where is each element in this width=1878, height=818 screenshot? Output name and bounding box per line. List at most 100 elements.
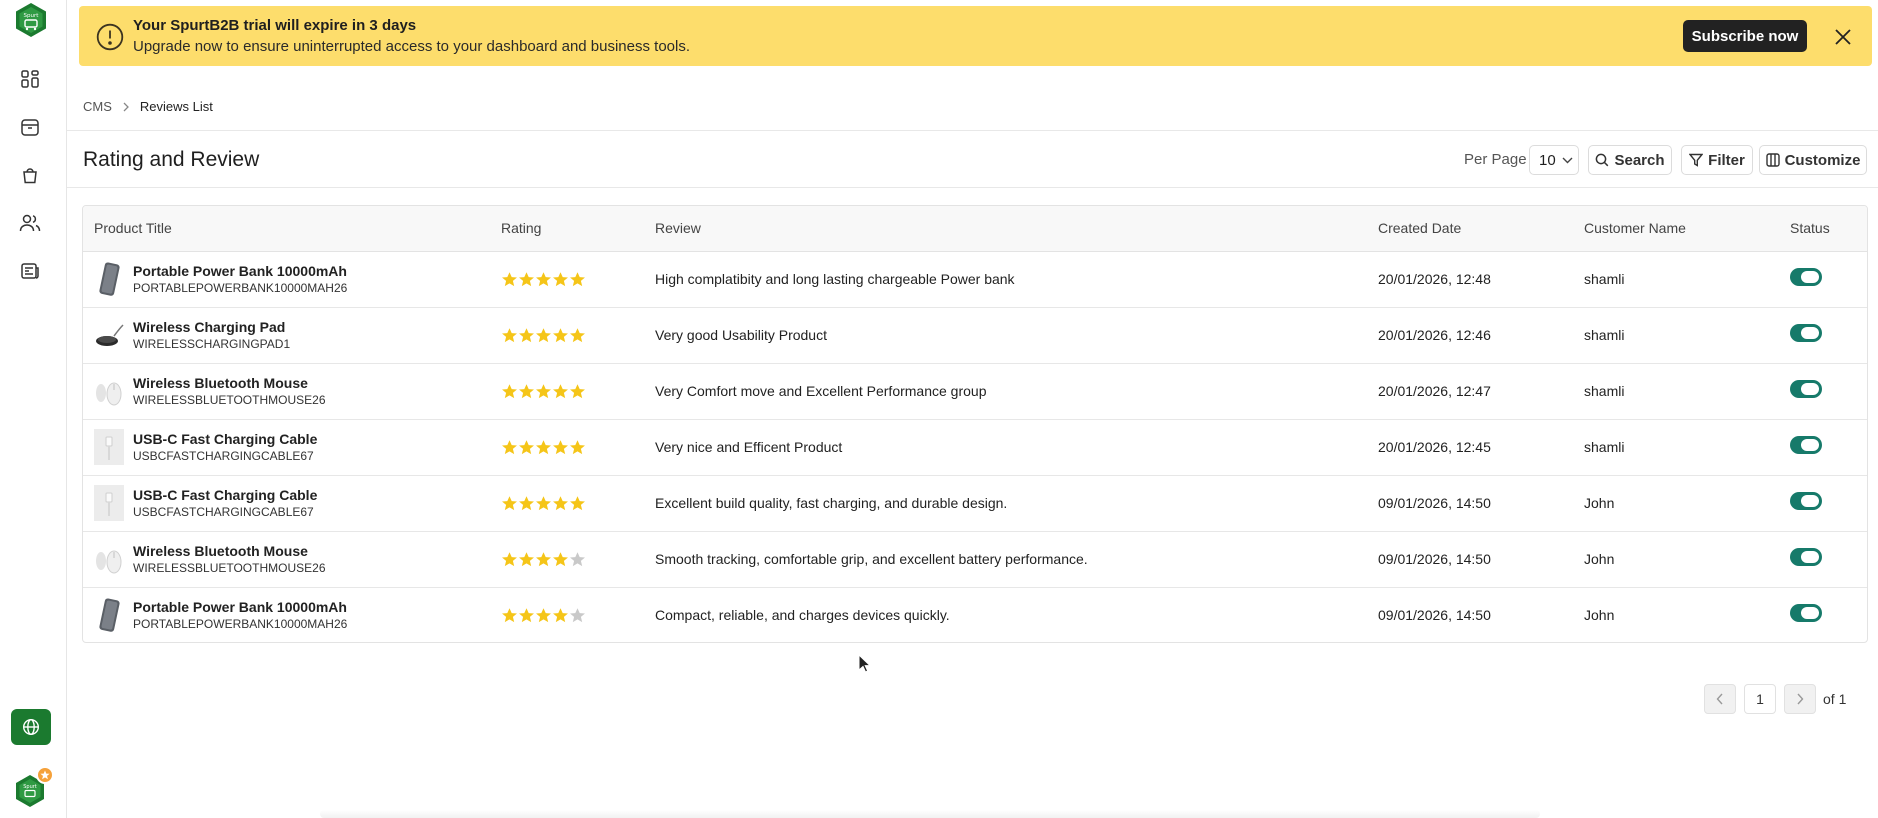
table-row[interactable]: USB-C Fast Charging Cable USBCFASTCHARGIN… <box>83 419 1867 476</box>
globe-icon <box>22 718 40 736</box>
divider <box>67 130 1878 131</box>
svg-text:Spurt: Spurt <box>24 13 40 19</box>
product-thumbnail <box>94 484 124 522</box>
column-header-created-date[interactable]: Created Date <box>1378 206 1584 252</box>
product-sku: WIRELESSBLUETOOTHMOUSE26 <box>133 560 326 575</box>
rating-cell <box>501 419 655 476</box>
star-filled-icon <box>552 495 569 512</box>
product-cell: Wireless Bluetooth Mouse WIRELESSBLUETOOT… <box>83 363 501 420</box>
created-date: 20/01/2026, 12:48 <box>1378 251 1584 308</box>
table-row[interactable]: Portable Power Bank 10000mAh PORTABLEPOWE… <box>83 251 1867 308</box>
filter-label: Filter <box>1708 151 1745 169</box>
table-row[interactable]: Wireless Bluetooth Mouse WIRELESSBLUETOOT… <box>83 363 1867 420</box>
logo-icon[interactable]: Spurt <box>14 2 48 38</box>
search-button[interactable]: Search <box>1588 145 1672 175</box>
star-empty-icon <box>569 551 586 568</box>
product-title[interactable]: Portable Power Bank 10000mAh <box>133 263 347 280</box>
created-date: 20/01/2026, 12:46 <box>1378 307 1584 364</box>
customer-name: John <box>1584 475 1790 532</box>
page-number[interactable]: 1 <box>1744 684 1776 714</box>
star-filled-icon <box>518 271 535 288</box>
chevron-right-icon <box>122 102 130 112</box>
star-filled-icon <box>518 383 535 400</box>
divider <box>67 187 1878 188</box>
star-filled-icon <box>552 607 569 624</box>
table-row[interactable]: Wireless Bluetooth Mouse WIRELESSBLUETOOT… <box>83 531 1867 588</box>
table-row[interactable]: USB-C Fast Charging Cable USBCFASTCHARGIN… <box>83 475 1867 532</box>
product-thumbnail <box>94 428 124 466</box>
previous-page-button[interactable] <box>1704 684 1736 714</box>
warning-icon <box>96 23 124 51</box>
product-title[interactable]: USB-C Fast Charging Cable <box>133 431 317 448</box>
star-filled-icon <box>518 495 535 512</box>
column-header-rating[interactable]: Rating <box>501 206 655 252</box>
product-sku: USBCFASTCHARGINGCABLE67 <box>133 504 314 519</box>
table-row[interactable]: Wireless Charging Pad WIRELESSCHARGINGPAD… <box>83 307 1867 364</box>
subscribe-button[interactable]: Subscribe now <box>1683 20 1807 52</box>
star-filled-icon <box>535 607 552 624</box>
rating-stars <box>501 495 655 512</box>
breadcrumb-cms-link[interactable]: CMS <box>83 99 112 114</box>
chevron-right-icon <box>1797 693 1804 705</box>
star-filled-icon <box>569 327 586 344</box>
table-row[interactable]: Portable Power Bank 10000mAh PORTABLEPOWE… <box>83 587 1867 642</box>
product-title[interactable]: USB-C Fast Charging Cable <box>133 487 317 504</box>
star-filled-icon <box>552 439 569 456</box>
rating-stars <box>501 607 655 624</box>
product-thumbnail <box>94 372 124 410</box>
status-toggle[interactable] <box>1790 267 1822 286</box>
product-title[interactable]: Wireless Bluetooth Mouse <box>133 375 326 392</box>
star-filled-icon <box>501 383 518 400</box>
language-button[interactable] <box>11 709 51 745</box>
search-label: Search <box>1614 151 1665 169</box>
status-cell <box>1790 475 1867 532</box>
customer-name: shamli <box>1584 307 1790 364</box>
column-header-review[interactable]: Review <box>655 206 1378 252</box>
product-sku: PORTABLEPOWERBANK10000MAH26 <box>133 616 348 631</box>
per-page-select[interactable]: 10 <box>1529 145 1579 175</box>
rating-cell <box>501 307 655 364</box>
next-page-button[interactable] <box>1784 684 1816 714</box>
column-header-status[interactable]: Status <box>1790 206 1867 252</box>
status-toggle[interactable] <box>1790 603 1822 622</box>
orders-icon[interactable] <box>19 164 41 186</box>
rating-stars <box>501 271 655 288</box>
bottom-panel-edge <box>320 810 1540 818</box>
product-title[interactable]: Wireless Charging Pad <box>133 319 290 336</box>
product-cell: USB-C Fast Charging Cable USBCFASTCHARGIN… <box>83 419 501 476</box>
star-filled-icon <box>518 327 535 344</box>
column-header-product-title[interactable]: Product Title <box>83 206 501 252</box>
star-filled-icon <box>535 327 552 344</box>
product-cell: Portable Power Bank 10000mAh PORTABLEPOWE… <box>83 587 501 642</box>
product-title[interactable]: Portable Power Bank 10000mAh <box>133 599 347 616</box>
status-cell <box>1790 587 1867 642</box>
product-sku: WIRELESSCHARGINGPAD1 <box>133 336 291 351</box>
banner-title: Your SpurtB2B trial will expire in 3 day… <box>133 17 417 34</box>
status-toggle[interactable] <box>1790 379 1822 398</box>
close-icon[interactable] <box>1834 28 1852 46</box>
status-toggle[interactable] <box>1790 491 1822 510</box>
customize-button[interactable]: Customize <box>1759 145 1867 175</box>
star-filled-icon <box>569 439 586 456</box>
cms-icon[interactable] <box>19 260 41 282</box>
status-toggle[interactable] <box>1790 323 1822 342</box>
customers-icon[interactable] <box>19 212 41 234</box>
product-thumbnail <box>94 596 124 634</box>
dashboard-icon[interactable] <box>19 68 41 90</box>
column-header-customer-name[interactable]: Customer Name <box>1584 206 1790 252</box>
star-filled-icon <box>518 439 535 456</box>
review-text: Compact, reliable, and charges devices q… <box>655 607 950 624</box>
banner-subtitle: Upgrade now to ensure uninterrupted acce… <box>133 38 691 55</box>
product-title[interactable]: Wireless Bluetooth Mouse <box>133 543 326 560</box>
catalog-icon[interactable] <box>19 116 41 138</box>
customize-label: Customize <box>1784 151 1861 169</box>
filter-button[interactable]: Filter <box>1681 145 1753 175</box>
status-toggle[interactable] <box>1790 435 1822 454</box>
page-title: Rating and Review <box>83 148 260 171</box>
status-toggle[interactable] <box>1790 547 1822 566</box>
star-filled-icon <box>501 439 518 456</box>
product-cell: Wireless Charging Pad WIRELESSCHARGINGPAD… <box>83 307 501 364</box>
rating-cell <box>501 587 655 642</box>
star-filled-icon <box>552 551 569 568</box>
created-date: 20/01/2026, 12:47 <box>1378 363 1584 420</box>
